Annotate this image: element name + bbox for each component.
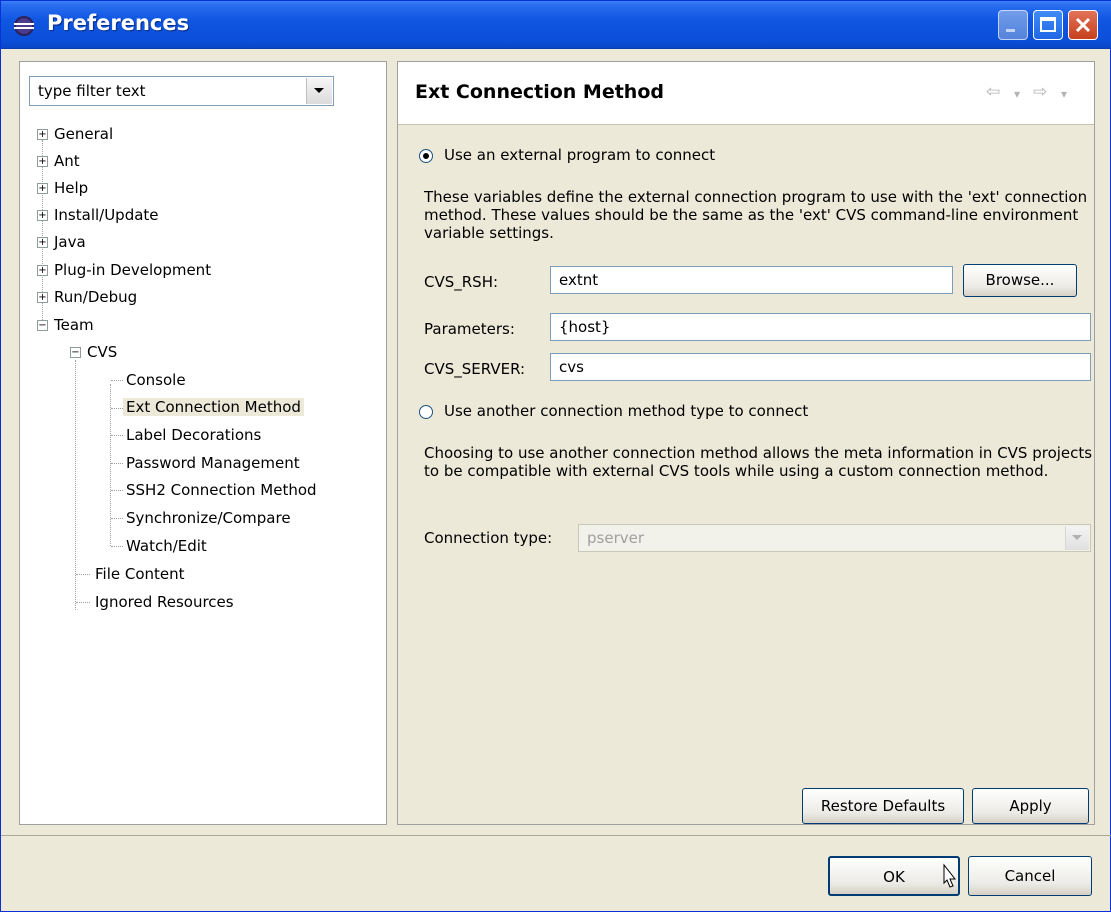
preference-page: Ext Connection Method ⇦ ▾ ⇨ ▾ Use an ext… — [397, 61, 1095, 825]
maximize-icon — [1040, 17, 1056, 32]
cvs-server-label: CVS_SERVER: — [424, 360, 526, 378]
parameters-input[interactable]: {host} — [550, 313, 1091, 341]
tree-item-label: Synchronize/Compare — [126, 509, 291, 527]
minimize-icon — [1006, 29, 1015, 32]
page-title: Ext Connection Method — [415, 81, 664, 103]
tree-item-label-decorations[interactable]: Label Decorations — [126, 423, 261, 447]
expand-icon[interactable]: + — [37, 129, 48, 140]
connection-type-select: pserver — [578, 524, 1091, 552]
back-arrow-icon[interactable]: ⇦ — [986, 82, 1000, 102]
tree-item-label: Watch/Edit — [126, 537, 207, 555]
expand-icon[interactable]: + — [37, 210, 48, 221]
mouse-cursor-icon — [943, 863, 957, 888]
tree-item-label: Team — [54, 316, 94, 334]
preference-tree: + General + Ant + Help + Install/Update … — [20, 62, 386, 824]
other-method-radio-label[interactable]: Use another connection method type to co… — [444, 402, 808, 420]
minimize-button[interactable] — [998, 10, 1028, 40]
tree-item-label: Ignored Resources — [95, 593, 234, 611]
tree-item-label: CVS — [87, 343, 118, 361]
expand-icon[interactable]: + — [37, 237, 48, 248]
tree-item-label: Label Decorations — [126, 426, 262, 444]
chevron-down-icon — [1072, 535, 1082, 540]
tree-item-label: SSH2 Connection Method — [126, 481, 317, 499]
close-button[interactable] — [1068, 10, 1098, 40]
connection-type-dropdown-button — [1065, 526, 1089, 550]
connection-type-label: Connection type: — [424, 529, 553, 547]
tree-item-label: Console — [126, 371, 186, 389]
preferences-window: Preferences type filter text + General +… — [0, 0, 1111, 912]
forward-arrow-icon[interactable]: ⇨ — [1033, 82, 1047, 102]
title-bar[interactable]: Preferences — [1, 1, 1111, 49]
eclipse-icon — [14, 16, 34, 36]
tree-item-label: General — [54, 125, 114, 143]
tree-item-password-management[interactable]: Password Management — [126, 451, 300, 475]
tree-item-label: Ant — [54, 152, 80, 170]
cvs-server-input[interactable]: cvs — [550, 353, 1091, 381]
browse-button[interactable]: Browse... — [963, 264, 1077, 297]
window-title: Preferences — [47, 11, 190, 35]
connection-type-value: pserver — [587, 529, 645, 547]
restore-defaults-button[interactable]: Restore Defaults — [802, 788, 964, 824]
tree-item-ignored-resources[interactable]: Ignored Resources — [95, 590, 234, 614]
external-program-description: These variables define the external conn… — [424, 188, 1088, 242]
tree-item-label: Help — [54, 179, 89, 197]
close-icon — [1075, 17, 1091, 33]
preference-tree-pane: type filter text + General + Ant + Help — [19, 61, 387, 825]
apply-button[interactable]: Apply — [972, 788, 1089, 824]
footer-separator — [1, 835, 1111, 836]
forward-history-dropdown-icon[interactable]: ▾ — [1061, 87, 1067, 101]
parameters-label: Parameters: — [424, 320, 515, 338]
external-program-radio[interactable] — [419, 149, 433, 163]
cvs-rsh-label: CVS_RSH: — [424, 273, 499, 291]
tree-item-label: Plug-in Development — [54, 261, 212, 279]
expand-icon[interactable]: + — [37, 156, 48, 167]
other-method-radio[interactable] — [419, 405, 433, 419]
tree-item-label: Java — [54, 233, 86, 251]
collapse-icon[interactable]: − — [70, 347, 81, 358]
collapse-icon[interactable]: − — [37, 320, 48, 331]
tree-item-watch-edit[interactable]: Watch/Edit — [126, 534, 207, 558]
expand-icon[interactable]: + — [37, 183, 48, 194]
tree-item-label: File Content — [95, 565, 185, 583]
expand-icon[interactable]: + — [37, 265, 48, 276]
external-program-radio-label[interactable]: Use an external program to connect — [444, 146, 715, 164]
tree-item-label: Run/Debug — [54, 288, 138, 306]
back-history-dropdown-icon[interactable]: ▾ — [1014, 87, 1020, 101]
cvs-rsh-input[interactable]: extnt — [550, 266, 953, 294]
tree-item-console[interactable]: Console — [126, 368, 186, 392]
tree-item-label: Ext Connection Method — [123, 398, 304, 416]
expand-icon[interactable]: + — [37, 292, 48, 303]
tree-item-label: Password Management — [126, 454, 300, 472]
page-header: Ext Connection Method ⇦ ▾ ⇨ ▾ — [398, 62, 1094, 125]
tree-item-ssh2-connection-method[interactable]: SSH2 Connection Method — [126, 478, 317, 502]
tree-item-label: Install/Update — [54, 206, 159, 224]
tree-item-file-content[interactable]: File Content — [95, 562, 185, 586]
other-method-description: Choosing to use another connection metho… — [424, 444, 1093, 480]
tree-item-synchronize-compare[interactable]: Synchronize/Compare — [126, 506, 291, 530]
maximize-button[interactable] — [1033, 10, 1063, 40]
cancel-button[interactable]: Cancel — [968, 856, 1092, 896]
tree-item-ext-connection-method[interactable]: Ext Connection Method — [123, 395, 304, 419]
